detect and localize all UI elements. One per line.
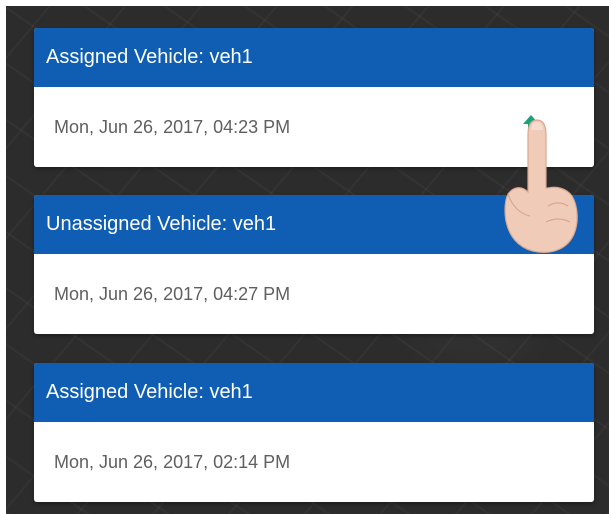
card-body: Mon, Jun 26, 2017, 04:27 PM bbox=[34, 254, 594, 334]
card-title: Assigned Vehicle: veh1 bbox=[34, 363, 594, 422]
card-datetime: Mon, Jun 26, 2017, 04:23 PM bbox=[54, 117, 291, 137]
history-card[interactable]: Assigned Vehicle: veh1 Mon, Jun 26, 2017… bbox=[34, 363, 594, 502]
tap-hand-icon bbox=[504, 119, 578, 253]
card-datetime: Mon, Jun 26, 2017, 02:14 PM bbox=[54, 452, 291, 472]
card-body: Mon, Jun 26, 2017, 02:14 PM bbox=[34, 422, 594, 502]
card-datetime: Mon, Jun 26, 2017, 04:27 PM bbox=[54, 284, 291, 304]
card-title: Assigned Vehicle: veh1 bbox=[34, 28, 594, 87]
history-screen: Assigned Vehicle: veh1 Mon, Jun 26, 2017… bbox=[6, 6, 609, 514]
